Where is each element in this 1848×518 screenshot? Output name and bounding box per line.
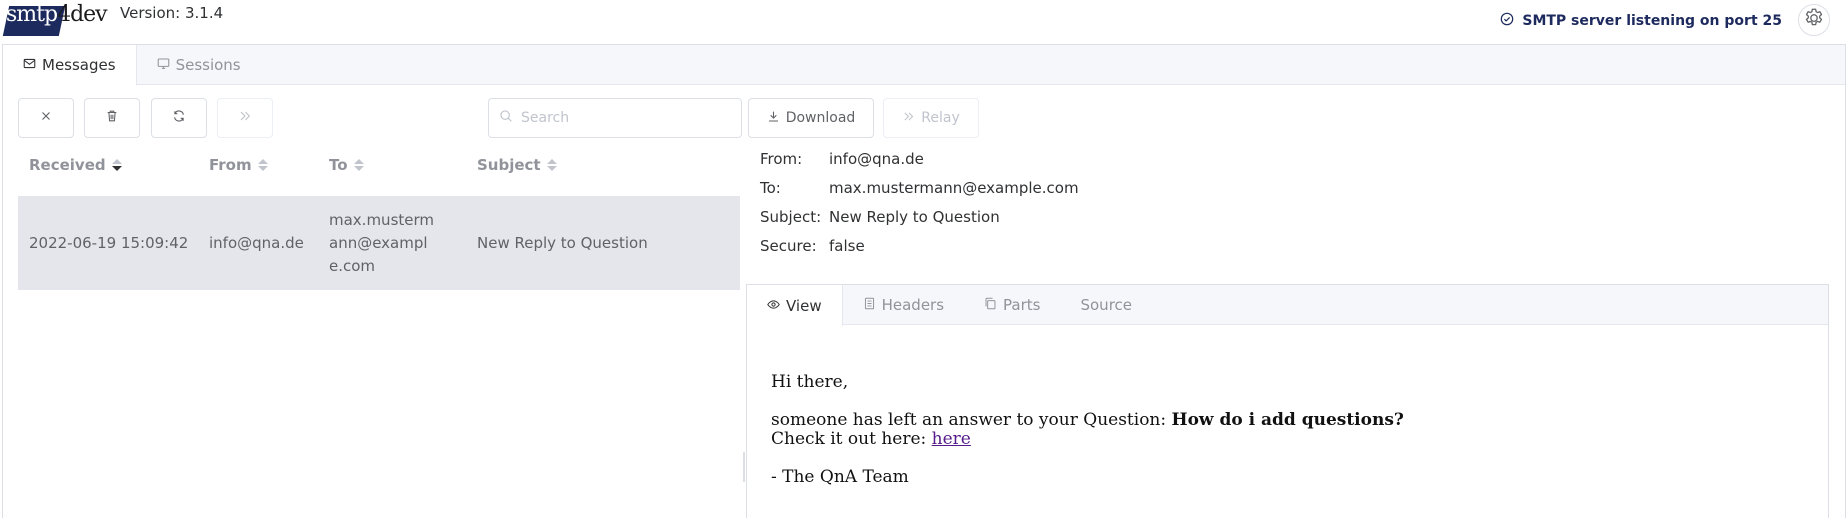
server-status-text: SMTP server listening on port 25 [1522, 13, 1782, 29]
sort-icon[interactable] [546, 159, 557, 171]
tab-source[interactable]: Source [1060, 285, 1152, 325]
logo-text: smtp4dev [6, 2, 108, 27]
search-box[interactable] [488, 98, 742, 138]
double-chevron-right-icon [238, 109, 252, 127]
double-chevron-right-icon [902, 110, 915, 127]
check-circle-icon [1500, 12, 1514, 30]
column-header-subject[interactable]: Subject [477, 156, 557, 174]
sort-icon[interactable] [257, 159, 268, 171]
email-answer-prefix: someone has left an answer to your Quest… [771, 410, 1167, 430]
refresh-button[interactable] [151, 98, 207, 138]
detail-subject-value: New Reply to Question [829, 208, 1000, 226]
cell-to-line-1: max.musterm [329, 211, 435, 229]
tab-parts-label: Parts [1003, 296, 1041, 314]
column-header-from[interactable]: From [209, 156, 268, 174]
tab-source-label: Source [1080, 296, 1133, 314]
detail-from-value: info@qna.de [829, 150, 924, 168]
email-body: Hi there, someone has left an answer to … [771, 373, 1404, 487]
email-answer-line: someone has left an answer to your Quest… [771, 411, 1404, 430]
column-header-subject-label: Subject [477, 156, 541, 174]
tab-view-label: View [786, 296, 822, 315]
logo-text-tail: 4dev [57, 2, 108, 27]
column-header-to-label: To [329, 156, 348, 174]
copy-icon [984, 296, 997, 314]
detail-secure-value: false [829, 237, 865, 255]
cell-from: info@qna.de [209, 234, 304, 252]
sort-descending-icon[interactable] [111, 159, 122, 171]
detail-from-label: From: [760, 150, 803, 168]
download-button[interactable]: Download [748, 98, 874, 138]
tab-parts[interactable]: Parts [964, 285, 1060, 325]
column-header-to[interactable]: To [329, 156, 364, 174]
monitor-icon [157, 56, 170, 74]
column-header-received-label: Received [29, 156, 106, 174]
eye-icon [767, 297, 780, 315]
table-row[interactable]: 2022-06-19 15:09:42 info@qna.de max.must… [18, 196, 740, 290]
detail-secure-label: Secure: [760, 237, 817, 255]
tab-view[interactable]: View [747, 285, 843, 326]
clear-button[interactable] [18, 98, 74, 138]
envelope-icon [23, 56, 36, 74]
download-label: Download [785, 110, 856, 126]
pane-splitter[interactable] [743, 452, 745, 482]
message-viewer: View Headers Parts Source Hi there, some… [746, 284, 1829, 518]
column-header-from-label: From [209, 156, 252, 174]
download-icon [767, 110, 780, 127]
detail-to-value: max.mustermann@example.com [829, 179, 1079, 197]
relay-selected-button[interactable] [217, 98, 273, 138]
relay-label: Relay [921, 110, 960, 126]
trash-icon [105, 109, 119, 127]
cell-received: 2022-06-19 15:09:42 [29, 234, 189, 252]
tab-headers[interactable]: Headers [843, 285, 964, 325]
refresh-icon [172, 109, 186, 127]
delete-button[interactable] [84, 98, 140, 138]
main-tabbar: Messages Sessions [3, 45, 1845, 86]
logo-text-main: smtp [6, 2, 58, 27]
cell-subject: New Reply to Question [477, 234, 648, 252]
search-input[interactable] [521, 110, 721, 126]
email-greeting: Hi there, [771, 372, 849, 392]
sort-icon[interactable] [353, 159, 364, 171]
email-signoff: - The QnA Team [771, 467, 909, 487]
tab-sessions[interactable]: Sessions [137, 45, 261, 85]
cell-to-line-2: ann@exampl [329, 234, 428, 252]
search-icon [499, 109, 513, 127]
settings-button[interactable] [1798, 4, 1830, 36]
server-status: SMTP server listening on port 25 [1500, 12, 1782, 30]
version-label: Version: 3.1.4 [120, 4, 224, 22]
gear-icon [1803, 7, 1825, 33]
cell-to-line-3: e.com [329, 257, 376, 275]
viewer-tabbar: View Headers Parts Source [747, 285, 1828, 326]
document-icon [863, 296, 876, 314]
app-header: smtp4dev Version: 3.1.4 SMTP server list… [0, 0, 1848, 42]
cell-to: max.musterm ann@exampl e.com [329, 209, 434, 278]
email-check-line: Check it out here: here [771, 430, 1404, 449]
tab-headers-label: Headers [881, 296, 945, 314]
tab-sessions-label: Sessions [175, 56, 241, 74]
tab-messages[interactable]: Messages [3, 45, 137, 86]
detail-to-label: To: [760, 179, 781, 197]
relay-button[interactable]: Relay [883, 98, 979, 138]
close-icon [39, 109, 53, 127]
email-question-title: How do i add questions? [1171, 410, 1404, 430]
detail-subject-label: Subject: [760, 208, 822, 226]
column-header-received[interactable]: Received [29, 156, 122, 174]
smtp4dev-logo: smtp4dev [2, 2, 108, 36]
tab-messages-label: Messages [42, 56, 116, 74]
email-check-prefix: Check it out here: [771, 429, 927, 449]
email-link[interactable]: here [932, 429, 971, 449]
